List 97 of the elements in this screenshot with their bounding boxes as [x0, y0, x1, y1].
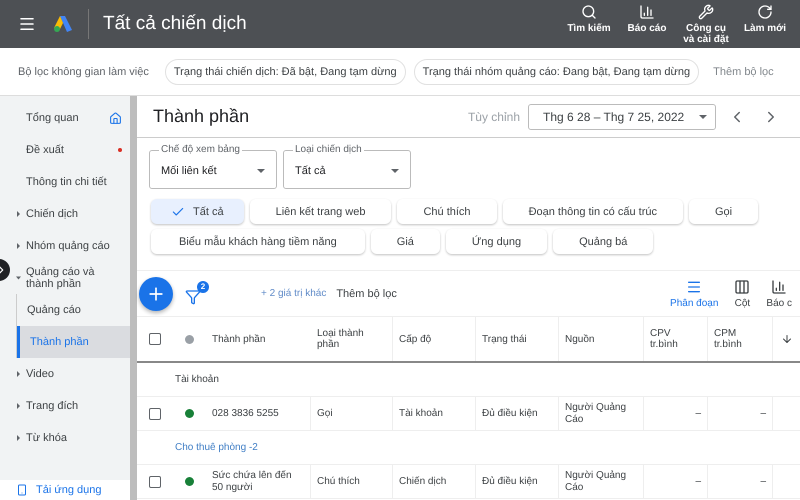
dropdown-field[interactable]: Loại chiến dịch Tất cả [283, 143, 411, 189]
toolbar-button[interactable]: Phân đoạn [662, 278, 726, 308]
table-cell: – [644, 465, 708, 498]
arrow-down-icon[interactable] [780, 333, 792, 345]
sidebar-item[interactable]: Trang đích [10, 390, 130, 422]
lines-icon [686, 278, 702, 294]
column-header[interactable]: CPM tr.bình [708, 317, 773, 361]
table-cell: Đủ điều kiện [476, 465, 559, 498]
caret-down-icon [16, 275, 21, 281]
column-header[interactable]: Nguồn [559, 317, 644, 361]
column-header[interactable]: Loại thành phần [311, 317, 393, 361]
add-button[interactable] [139, 276, 173, 310]
caret-icon [699, 114, 707, 118]
filter-icon [185, 288, 201, 304]
caret-right-icon [16, 243, 21, 249]
sidebar-item[interactable]: Quảng cáo [17, 294, 130, 326]
toolbar-button[interactable]: Báo c [758, 278, 800, 308]
checkbox[interactable] [149, 408, 161, 420]
sidebar-item[interactable]: Đề xuất [0, 134, 130, 166]
table-cell: Chiến dịch [393, 465, 476, 498]
column-header[interactable]: CPV tr.bình [644, 317, 708, 361]
bar-chart-icon [639, 4, 655, 20]
field-label: Loại chiến dịch [293, 143, 364, 156]
field-value: Mối liên kết [161, 165, 217, 177]
table-cell: – [644, 397, 708, 430]
toolbar-button[interactable]: Báo cáo [622, 4, 672, 44]
column-header[interactable]: Trạng thái [476, 317, 559, 361]
filter-chip[interactable]: Trạng thái nhóm quảng cáo: Đang bật, Đang tạm dừng [414, 58, 700, 84]
refresh-icon [757, 4, 773, 20]
group-label: Tài khoản [175, 374, 219, 385]
scrollbar[interactable] [130, 96, 137, 500]
checkbox[interactable] [149, 476, 161, 488]
sidebar-item[interactable]: Chiến dịch [10, 198, 130, 230]
page-title: Thành phần [153, 106, 250, 127]
filter-chip[interactable]: Giá [370, 229, 440, 254]
filter-chip[interactable]: Biểu mẫu khách hàng tiềm năng [151, 229, 365, 254]
table-cell: Người Quảng Cáo [559, 465, 644, 498]
filter-chip[interactable]: Quảng bá [553, 229, 654, 254]
checkbox[interactable] [149, 333, 161, 345]
table-cell: Chú thích [311, 465, 393, 498]
sidebar-item[interactable]: Tổng quan [0, 102, 130, 134]
add-filter-button[interactable]: Thêm bộ lọc [330, 286, 403, 300]
table-cell: 028 3836 5255 [206, 397, 311, 430]
caret-right-icon [16, 403, 21, 409]
caret-icon [391, 169, 399, 173]
bar-chart-icon [771, 278, 788, 294]
group-link[interactable]: Cho thuê phòng -2 [175, 442, 258, 453]
table-cell: – [708, 397, 773, 430]
logo-icon [52, 14, 74, 34]
sidebar-item[interactable]: Quảng cáo và thành phần [10, 262, 130, 294]
sidebar-item[interactable]: Video [10, 358, 130, 390]
filter-chip[interactable]: Gọi [688, 199, 758, 224]
wrench-icon [698, 4, 714, 20]
toolbar-button[interactable]: Cột [726, 278, 758, 308]
filter-label: Bộ lọc không gian làm việc [18, 66, 149, 78]
toolbar-button[interactable]: Tìm kiếm [564, 4, 614, 44]
sidebar-item[interactable]: Từ khóa [10, 422, 130, 454]
more-values-link[interactable]: + 2 giá trị khác [261, 288, 326, 299]
status-dot-icon [185, 334, 194, 344]
column-header[interactable]: Cấp độ [393, 317, 476, 361]
caret-right-icon [16, 435, 21, 441]
app-link[interactable]: Tải ứng dụng [0, 480, 130, 500]
caret-right-icon [16, 211, 21, 217]
toolbar-button[interactable]: Công cụ và cài đặt [680, 4, 732, 44]
sidebar-item[interactable]: Thông tin chi tiết [0, 166, 130, 198]
caret-icon [257, 169, 265, 173]
home-icon [109, 112, 122, 124]
filter-chip[interactable]: Đoạn thông tin có cấu trúc [502, 199, 683, 224]
table-cell: Sức chứa lên đến 50 người [206, 465, 311, 498]
filter-chip[interactable]: Tất cả [151, 199, 244, 224]
window-title: Tất cả chiến dịch [88, 9, 247, 39]
table-cell: Người Quảng Cáo [559, 397, 644, 430]
sidebar-item[interactable]: Nhóm quảng cáo [10, 230, 130, 262]
filter-chip[interactable]: Trạng thái chiến dịch: Đã bật, Đang tạm dừng [164, 58, 406, 84]
phone-icon [16, 484, 28, 496]
field-label: Chế độ xem bảng [159, 143, 242, 156]
caret-right-icon [16, 371, 21, 377]
toolbar-button[interactable]: Làm mới [740, 4, 790, 44]
filter-chip[interactable]: Liên kết trang web [250, 199, 392, 224]
table-cell: Tài khoản [393, 397, 476, 430]
date-range-select[interactable]: Thg 6 28 – Thg 7 25, 2022 [528, 104, 716, 130]
columns-icon [734, 278, 750, 294]
date-label: Tùy chỉnh [468, 110, 520, 124]
dropdown-field[interactable]: Chế độ xem bảng Mối liên kết [149, 143, 277, 189]
table-cell: Đủ điều kiện [476, 397, 559, 430]
filter-chip[interactable]: Chú thích [397, 199, 497, 224]
table-cell: Gọi [311, 397, 393, 430]
filter-chip[interactable]: Ứng dụng [446, 229, 548, 254]
count-badge: 2 [197, 280, 209, 292]
filter-button[interactable]: 2 [183, 280, 209, 306]
column-header[interactable]: Thành phần [206, 317, 311, 361]
search-icon [581, 4, 597, 20]
add-filter-button[interactable]: Thêm bộ lọc [707, 64, 780, 78]
field-value: Tất cả [295, 165, 326, 177]
alert-dot-icon [118, 148, 122, 152]
menu-icon[interactable] [18, 15, 36, 33]
table-cell: – [708, 465, 773, 498]
